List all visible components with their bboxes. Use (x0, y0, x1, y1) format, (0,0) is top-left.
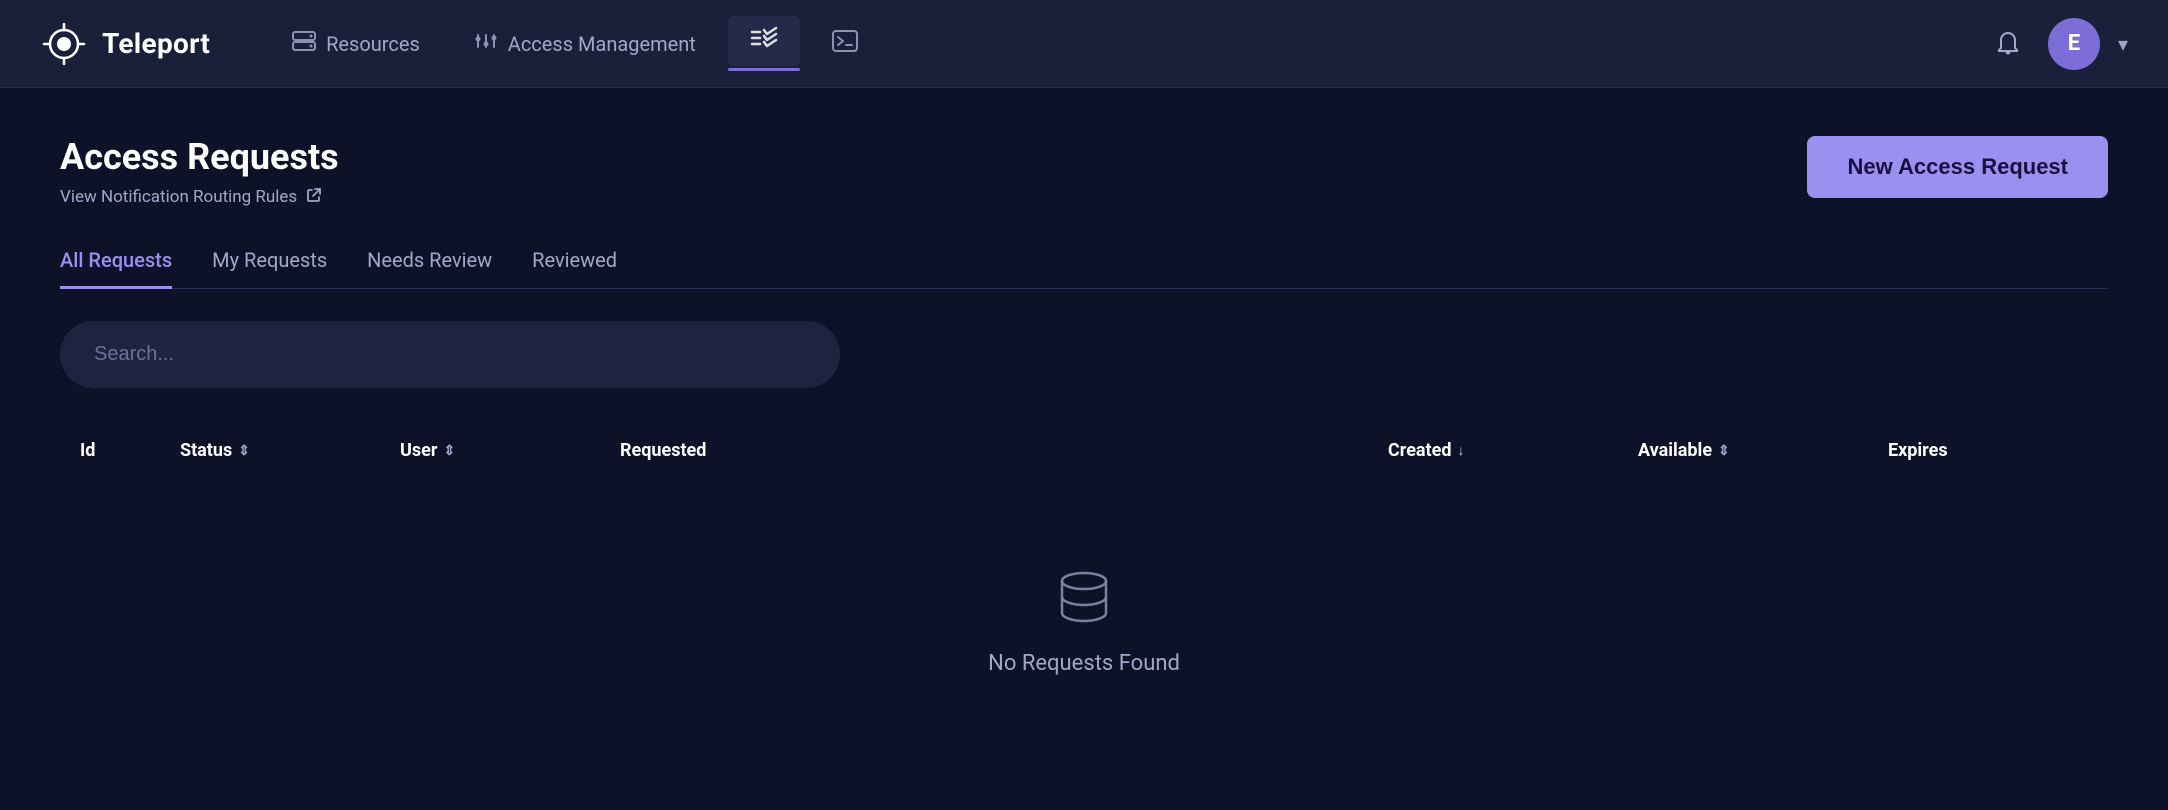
user-sort-icon: ⇕ (443, 443, 455, 459)
col-header-id: Id (80, 440, 180, 461)
terminal-icon (832, 30, 858, 58)
nav-access-requests-wrapper (728, 16, 800, 71)
page-title: Access Requests (60, 136, 339, 178)
nav-terminal-wrapper (810, 20, 880, 68)
col-expires-label: Expires (1888, 440, 1948, 461)
empty-state: No Requests Found (60, 487, 2108, 756)
nav-right: E ▾ (1986, 18, 2128, 70)
search-container (60, 321, 2108, 388)
user-menu-chevron[interactable]: ▾ (2118, 32, 2128, 56)
search-input[interactable] (60, 321, 840, 388)
nav-resources-wrapper: Resources (270, 21, 442, 67)
col-available-label: Available (1638, 440, 1712, 461)
page-header: Access Requests View Notification Routin… (60, 136, 2108, 208)
nav-access-management-wrapper: Access Management (452, 21, 718, 67)
tab-all-requests[interactable]: All Requests (60, 248, 172, 289)
nav-item-access-management[interactable]: Access Management (452, 21, 718, 67)
server-icon (292, 31, 316, 57)
nav-item-terminal[interactable] (810, 20, 880, 68)
nav-item-access-requests[interactable] (728, 16, 800, 66)
nav-access-management-label: Access Management (508, 32, 696, 56)
col-header-created[interactable]: Created ↓ (1388, 440, 1638, 461)
col-header-expires: Expires (1888, 440, 2088, 461)
col-status-label: Status (180, 440, 232, 461)
external-link-icon (305, 186, 323, 208)
col-header-requested: Requested (620, 440, 1388, 461)
empty-state-text: No Requests Found (988, 651, 1180, 676)
col-header-user[interactable]: User ⇕ (400, 440, 620, 461)
new-access-request-button[interactable]: New Access Request (1807, 136, 2108, 198)
request-tabs: All Requests My Requests Needs Review Re… (60, 248, 2108, 289)
main-content: Access Requests View Notification Routin… (0, 88, 2168, 804)
created-sort-icon: ↓ (1458, 442, 1465, 459)
col-requested-label: Requested (620, 440, 706, 461)
col-header-available[interactable]: Available ⇕ (1638, 440, 1888, 461)
col-id-label: Id (80, 440, 95, 461)
nav-item-resources[interactable]: Resources (270, 21, 442, 67)
teleport-logo-icon (40, 20, 88, 68)
col-header-status[interactable]: Status ⇕ (180, 440, 400, 461)
checklist-icon (750, 26, 778, 56)
available-sort-icon: ⇕ (1718, 443, 1730, 459)
notifications-button[interactable] (1986, 22, 2030, 66)
tab-needs-review[interactable]: Needs Review (367, 248, 492, 289)
status-sort-icon: ⇕ (238, 443, 250, 459)
page-title-group: Access Requests View Notification Routin… (60, 136, 339, 208)
sliders-icon (474, 31, 498, 57)
brand-name: Teleport (102, 27, 210, 60)
navbar: Teleport Resources (0, 0, 2168, 88)
nav-resources-label: Resources (326, 32, 420, 56)
table-header: Id Status ⇕ User ⇕ Requested Created ↓ A… (60, 424, 2108, 477)
nav-active-indicator (728, 68, 800, 71)
routing-rules-label: View Notification Routing Rules (60, 187, 297, 207)
col-user-label: User (400, 440, 437, 461)
col-created-label: Created (1388, 440, 1452, 461)
tab-reviewed[interactable]: Reviewed (532, 248, 617, 289)
nav-items: Resources Access Management (270, 16, 1986, 71)
empty-database-icon (1054, 567, 1114, 631)
user-avatar[interactable]: E (2048, 18, 2100, 70)
brand-logo[interactable]: Teleport (40, 20, 210, 68)
tab-my-requests[interactable]: My Requests (212, 248, 327, 289)
routing-rules-link[interactable]: View Notification Routing Rules (60, 186, 339, 208)
